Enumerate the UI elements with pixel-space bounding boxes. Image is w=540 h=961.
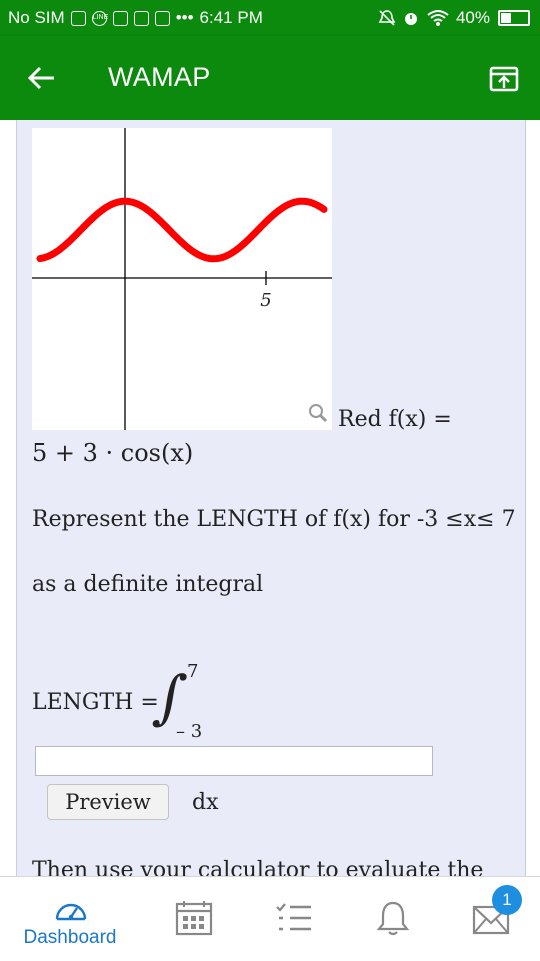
nav-calendar[interactable] <box>143 877 243 961</box>
checklist-icon <box>276 903 311 931</box>
preview-button[interactable]: Preview <box>47 784 169 820</box>
question-prompt-continued: as a definite integral <box>32 572 264 597</box>
nav-assignments[interactable] <box>243 877 343 961</box>
arrow-left-icon[interactable] <box>24 60 60 96</box>
integral-lower-limit: – 3 <box>176 721 203 742</box>
bell-icon <box>376 901 410 936</box>
x-tick-label: 5 <box>260 290 271 311</box>
status-time: 6:41 PM <box>199 8 263 27</box>
wifi-icon <box>427 10 449 26</box>
battery-icon <box>498 10 530 26</box>
alarm-clock-icon <box>404 13 417 25</box>
calendar-icon <box>175 901 213 936</box>
integrand-answer-input[interactable] <box>35 746 433 776</box>
carrier-label: No SIM <box>8 8 65 27</box>
nav-messages[interactable] <box>440 877 540 961</box>
dx-label: dx <box>192 790 219 815</box>
length-label: LENGTH = <box>32 690 159 715</box>
youtube-icon <box>154 10 170 26</box>
function-graph: 5 <box>32 128 332 430</box>
function-formula: 5 + 3 · cos(x) <box>32 439 194 467</box>
more-notifications-icon: ••• <box>175 8 194 27</box>
bottom-navigation: Dashboard <box>0 876 540 961</box>
alarm-off-icon <box>378 10 396 26</box>
nav-notifications[interactable] <box>342 877 442 961</box>
integral-upper-limit: 7 <box>187 661 199 682</box>
red-function-curve <box>36 197 328 263</box>
question-prompt: Represent the LENGTH of f(x) for -3 ≤x≤ … <box>32 507 516 532</box>
nav-dashboard-label: Dashboard <box>23 927 117 948</box>
question-panel: 5 Red f(x) = 5 + 3 · cos(x) Represent th… <box>16 120 526 880</box>
app-title: WAMAP <box>108 62 211 92</box>
battery-percent: 40% <box>455 8 490 27</box>
graph-svg: 5 <box>32 128 332 430</box>
mail-unread-badge: 1 <box>492 885 522 915</box>
speedometer-icon <box>55 903 87 921</box>
line-app-icon: LINE <box>91 10 108 26</box>
open-external-icon[interactable] <box>488 63 520 95</box>
red-function-label: Red f(x) = <box>338 407 452 432</box>
nav-dashboard[interactable]: Dashboard <box>20 877 120 961</box>
facebook-icon <box>133 10 149 26</box>
instagram-icon <box>112 10 128 26</box>
status-bar: No SIM LINE ••• 6:41 PM 40% <box>0 0 540 36</box>
gallery-notification-icon <box>70 10 86 26</box>
app-bar: WAMAP <box>0 36 540 120</box>
magnify-icon[interactable] <box>308 403 328 423</box>
